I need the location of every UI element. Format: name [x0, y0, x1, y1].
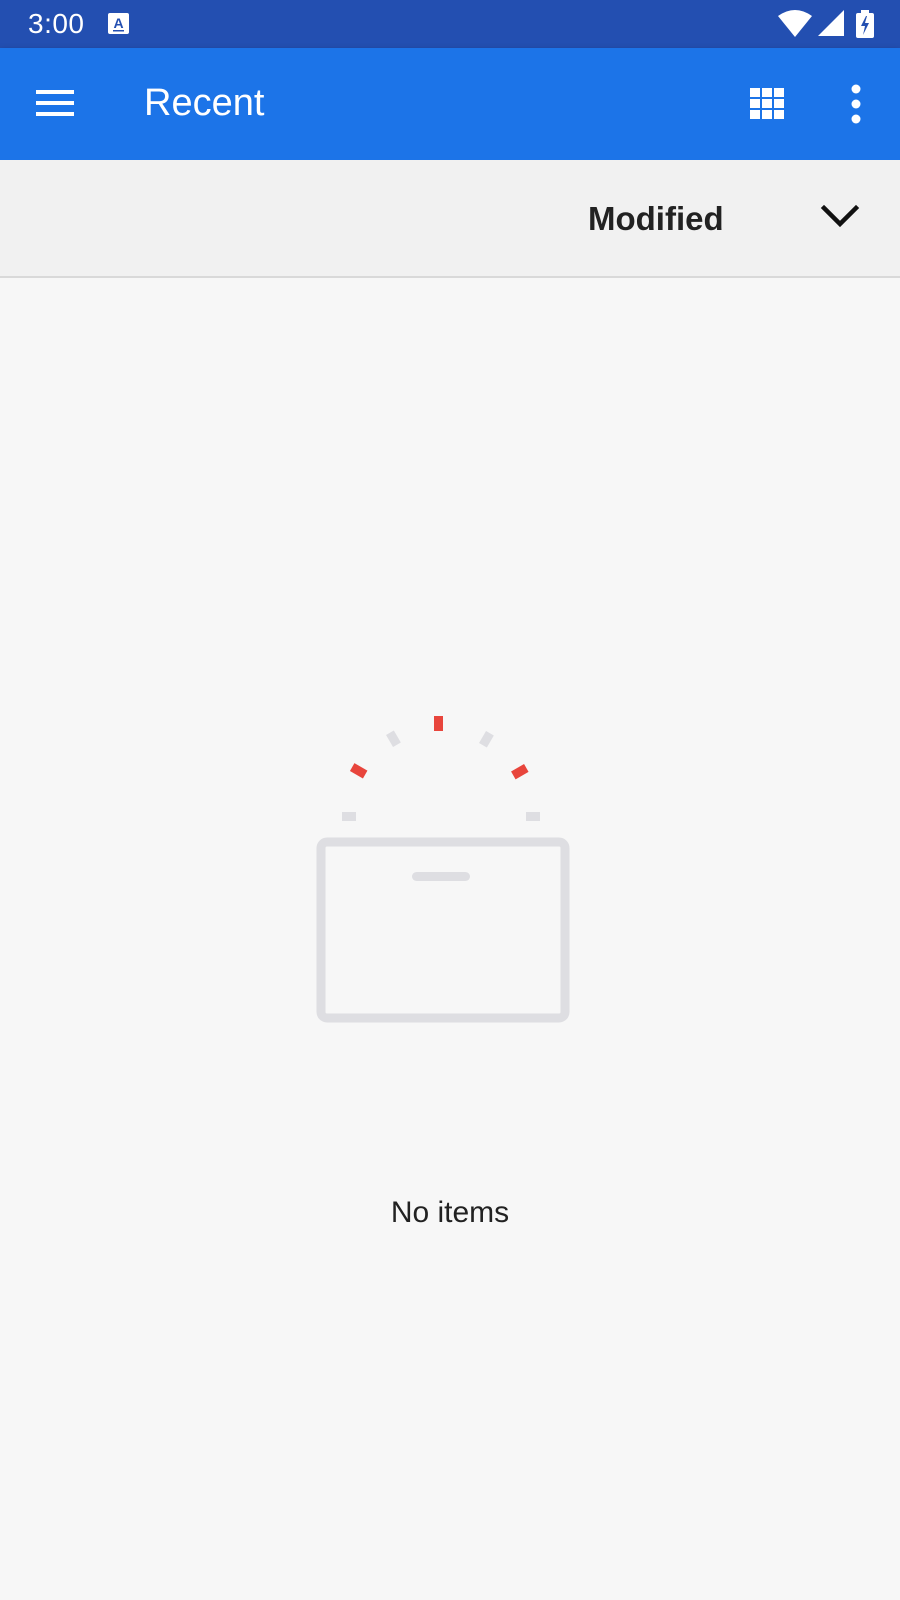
sort-bar: Modified [0, 160, 900, 278]
menu-button[interactable] [30, 78, 82, 130]
status-bar: 3:00 A [0, 0, 900, 48]
menu-icon [36, 90, 74, 116]
grid-view-button[interactable] [744, 80, 792, 128]
app-bar: Recent [0, 48, 900, 160]
more-options-button[interactable] [832, 78, 880, 130]
sort-dropdown[interactable]: Modified [570, 186, 870, 250]
signal-icon [818, 10, 844, 36]
empty-box-icon [316, 716, 570, 1023]
wifi-icon [778, 10, 812, 37]
battery-charging-icon [856, 10, 874, 38]
accessibility-a-icon: A [108, 13, 129, 34]
content-area: No items [0, 278, 900, 1600]
svg-text:A: A [113, 15, 123, 31]
grid-view-icon [750, 88, 784, 119]
sort-label: Modified [588, 200, 724, 237]
page-title: Recent [144, 82, 265, 124]
status-time: 3:00 [28, 8, 85, 39]
empty-message: No items [390, 1196, 510, 1229]
chevron-down-icon [820, 204, 860, 228]
more-vert-icon [851, 84, 861, 124]
